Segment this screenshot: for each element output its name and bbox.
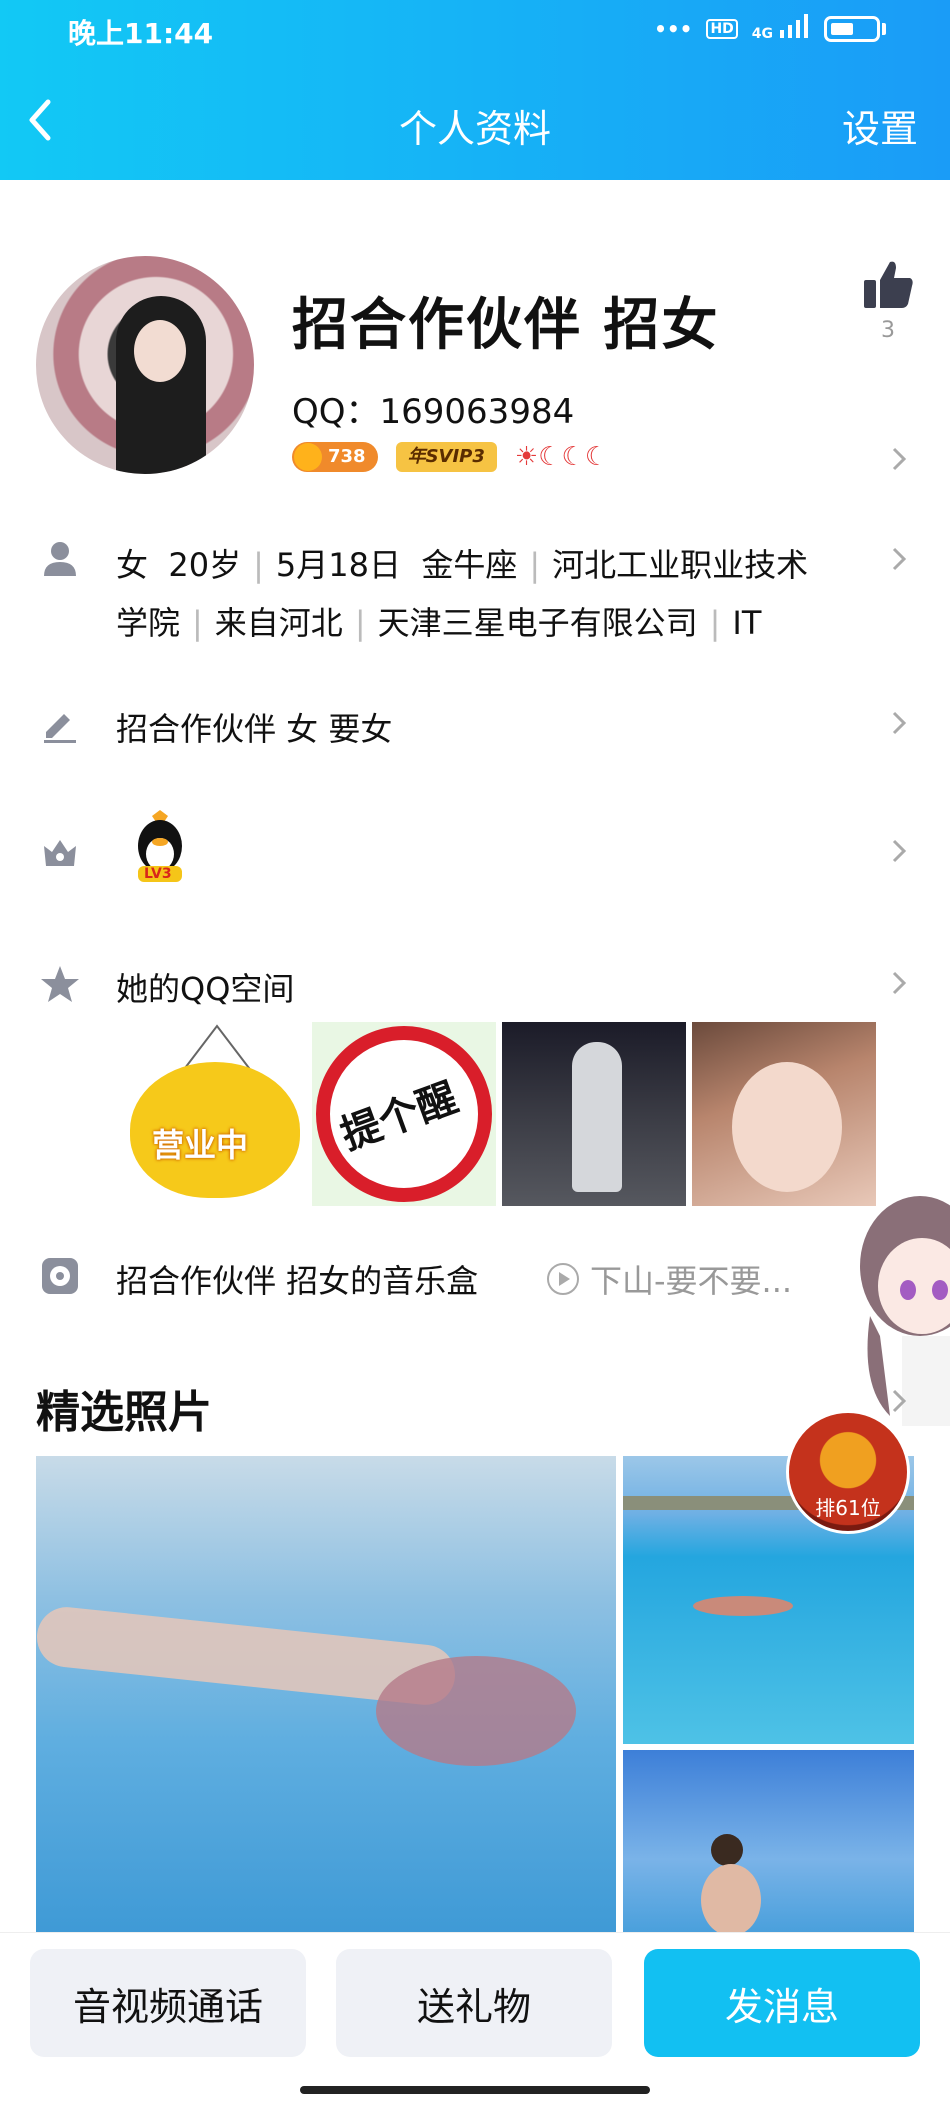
level-icons: ☀☾☾☾ [514,442,609,472]
bottom-action-bar: 音视频通话 送礼物 发消息 [0,1932,950,2111]
photo-figure [572,1042,622,1192]
info-school-part2: 学院 [116,604,181,642]
music-song[interactable]: 下山-要不要... [546,1256,792,1302]
badge-row[interactable]: 738 年SVIP3 ☀☾☾☾ [292,442,608,472]
chevron-right-icon[interactable] [886,710,912,736]
info-line-2: 学院 | 来自河北 | 天津三星电子有限公司 | IT [116,604,762,642]
video-call-button[interactable]: 音视频通话 [30,1949,306,2057]
featured-photo-grid [36,1456,914,1932]
info-company: 天津三星电子有限公司 [377,604,698,642]
music-box-label[interactable]: 招合作伙伴 招女的音乐盒 [116,1256,478,1302]
signal-icon: 4G [752,14,810,43]
qzone-photo[interactable]: 提个醒 [312,1022,496,1206]
page-title: 个人资料 [398,107,551,151]
status-time: 晚上11:44 [68,17,214,50]
photo-swimmer-body [376,1656,576,1766]
pencil-icon [44,714,76,743]
qzone-photo[interactable]: 营业中 [122,1022,306,1206]
featured-photo[interactable] [36,1456,616,1932]
info-line-1: 女 20岁 | 5月18日 金牛座 | 河北工业职业技术 [116,546,809,584]
play-icon [547,1263,579,1295]
avatar-face [134,320,186,382]
home-indicator[interactable] [300,2086,650,2094]
star-icon [41,966,79,1002]
info-age: 20岁 [168,546,242,584]
more-dots-icon: ••• [654,16,693,41]
send-message-button[interactable]: 发消息 [644,1949,920,2057]
info-gender: 女 [116,546,149,584]
send-gift-button[interactable]: 送礼物 [336,1949,612,2057]
qzone-photo-strip[interactable]: 营业中 提个醒 [122,1022,876,1206]
info-industry: IT [732,604,762,642]
crown-icon [44,840,76,866]
settings-button[interactable]: 设置 [842,98,918,153]
battery-icon [824,15,880,42]
thumbs-up-icon [864,261,913,308]
qzone-label[interactable]: 她的QQ空间 [116,964,294,1010]
info-hometown: 来自河北 [214,604,343,642]
rank-badge[interactable]: 排61位 [786,1410,910,1534]
music-disc-icon [42,1258,78,1294]
photo-face [732,1062,842,1192]
like-button[interactable]: 3 [858,256,918,343]
qq-number: QQ：169063984 [292,392,575,432]
battery-tip [882,22,886,35]
svip-badge: 年SVIP3 [395,442,497,472]
signature-text[interactable]: 招合作伙伴 女 要女 [116,704,392,750]
chevron-right-icon[interactable] [886,838,912,864]
featured-photos-title: 精选照片 [36,1387,212,1438]
header-bar: 晚上11:44 ••• HD 4G 个人资料 设置 [0,0,950,180]
like-count: 3 [881,318,895,343]
basic-info[interactable]: 女 20岁 | 5月18日 金牛座 | 河北工业职业技术 学院 | 来自河北 | 天津三星电子有… [116,536,856,652]
info-birthday: 5月18日 [275,546,401,584]
qzone-photo-text: 营业中 [152,1126,249,1164]
info-school-part1: 河北工业职业技术 [552,546,809,584]
person-icon [44,542,76,576]
qq-pet-badge[interactable]: LV3 [128,810,192,886]
qzone-photo[interactable] [502,1022,686,1206]
coin-badge: 738 [292,442,378,472]
status-icons: ••• HD 4G [654,14,886,43]
chevron-right-icon[interactable] [886,970,912,996]
qzone-photo[interactable] [692,1022,876,1206]
hd-icon: HD [706,18,738,39]
featured-photo[interactable] [623,1750,914,1932]
info-zodiac: 金牛座 [421,546,518,584]
chevron-right-icon[interactable] [886,446,912,472]
chevron-right-icon[interactable] [886,1388,912,1414]
music-song-title: 下山-要不要... [590,1262,793,1300]
rank-text: 排61位 [815,1496,881,1520]
pet-level: LV3 [144,866,172,882]
avatar[interactable] [36,256,254,474]
pool-woman-graphic [701,1834,761,1932]
nickname: 招合作伙伴 招女 [292,293,720,358]
chevron-right-icon[interactable] [886,546,912,572]
